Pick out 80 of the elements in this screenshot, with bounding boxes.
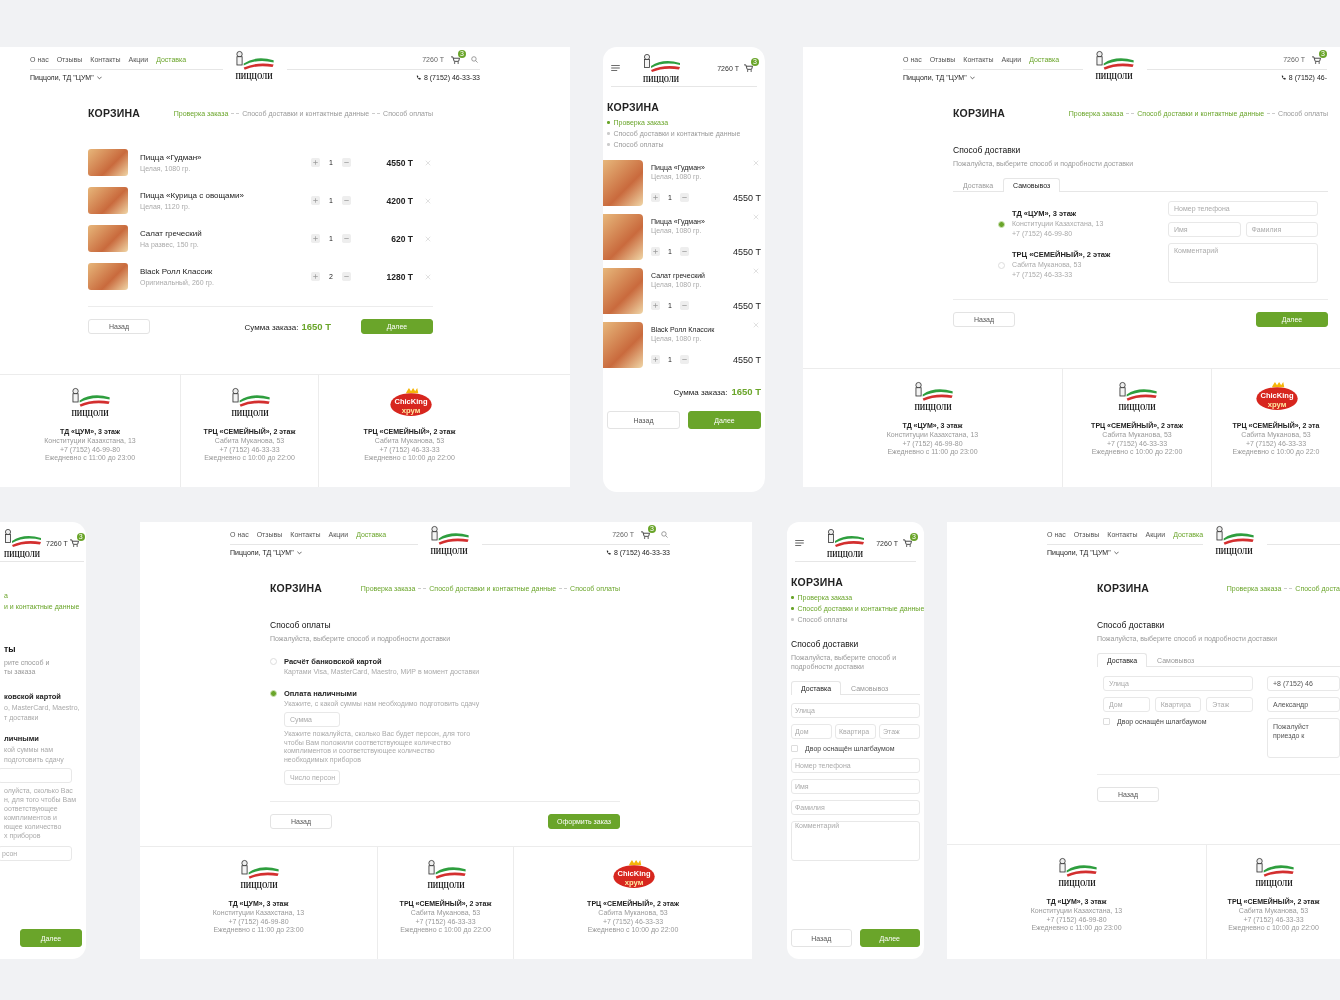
section-heading: Способ доставки [791,639,860,649]
order-total-label: Сумма заказа: [673,388,728,397]
close-icon[interactable] [753,268,759,274]
page-title: КОРЗИНА [270,582,323,594]
section-heading: Способ оплаты [270,620,332,630]
radio-button[interactable] [270,689,277,697]
page-title: КОРЗИНА [953,107,1006,119]
chevron-down-icon[interactable] [1113,550,1119,555]
product-price: 4550 Т [732,246,761,257]
product-price: 4550 Т [732,354,761,365]
radio-button[interactable] [998,220,1005,228]
plus-icon[interactable] [651,247,660,256]
close-icon[interactable] [425,197,431,204]
section-heading: ты [4,644,17,654]
menu-icon[interactable] [611,65,620,71]
chevron-down-icon[interactable] [969,75,975,80]
checkbox[interactable] [1103,718,1110,725]
page-title: КОРЗИНА [1097,582,1150,594]
close-icon[interactable] [425,235,431,242]
photo-placeholder [603,160,643,206]
plus-icon[interactable] [311,158,320,167]
cart-icon[interactable] [1312,55,1321,64]
cart-icon[interactable] [451,55,460,64]
product-name: Пицца «Курица с овощами» [140,191,245,200]
chevron-down-icon[interactable] [96,75,102,80]
photo-placeholder [603,322,643,368]
photo-placeholder [88,263,128,290]
photo-placeholder [603,268,643,314]
minus-icon[interactable] [679,193,689,202]
checkbox[interactable] [791,745,798,752]
photo-placeholder [603,214,643,260]
minus-icon[interactable] [342,158,351,167]
phone-icon [605,550,611,555]
cart-icon[interactable] [641,530,650,539]
section-heading: Способ доставки [953,145,1022,155]
minus-icon[interactable] [342,234,351,243]
phone-icon [415,75,421,80]
minus-icon[interactable] [679,247,689,256]
product-name: Салат греческий [140,229,203,238]
cart-icon[interactable] [903,539,912,547]
plus-icon[interactable] [311,272,320,281]
minus-icon[interactable] [342,272,351,281]
order-total: 1650 Т [731,386,761,397]
section-heading: Способ доставки [1097,620,1166,630]
search-icon[interactable] [661,531,668,538]
close-icon[interactable] [753,322,759,328]
product-price: 4550 Т [732,300,761,311]
chevron-down-icon[interactable] [296,550,302,555]
minus-icon[interactable] [342,196,351,205]
cart-icon[interactable] [744,64,753,72]
minus-icon[interactable] [679,355,689,364]
product-price: 4200 Т [385,195,413,206]
product-name: Пицца «Гудман» [140,153,203,162]
close-icon[interactable] [425,273,431,280]
plus-icon[interactable] [651,355,660,364]
photo-placeholder [88,149,128,176]
product-price: 4550 Т [732,192,761,203]
close-icon[interactable] [753,214,759,220]
order-total: 1650 Т [301,321,331,332]
phone-icon [1280,75,1286,80]
close-icon[interactable] [753,160,759,166]
page-title: КОРЗИНА [791,576,844,588]
plus-icon[interactable] [651,301,660,310]
product-price: 620 Т [390,233,413,244]
page-title: КОРЗИНА [88,107,141,119]
photo-placeholder [88,225,128,252]
plus-icon[interactable] [311,234,320,243]
product-price: 1280 Т [385,271,413,282]
menu-icon[interactable] [795,540,804,546]
plus-icon[interactable] [311,196,320,205]
page-title: КОРЗИНА [607,101,660,113]
product-name: Black Ролл Классик [140,267,214,276]
photo-placeholder [88,187,128,214]
close-icon[interactable] [425,159,431,166]
product-price: 4550 Т [385,157,413,168]
order-total-label: Сумма заказа: [244,323,299,332]
cart-icon[interactable] [69,539,79,547]
minus-icon[interactable] [679,301,689,310]
plus-icon[interactable] [651,193,660,202]
search-icon[interactable] [471,56,478,63]
